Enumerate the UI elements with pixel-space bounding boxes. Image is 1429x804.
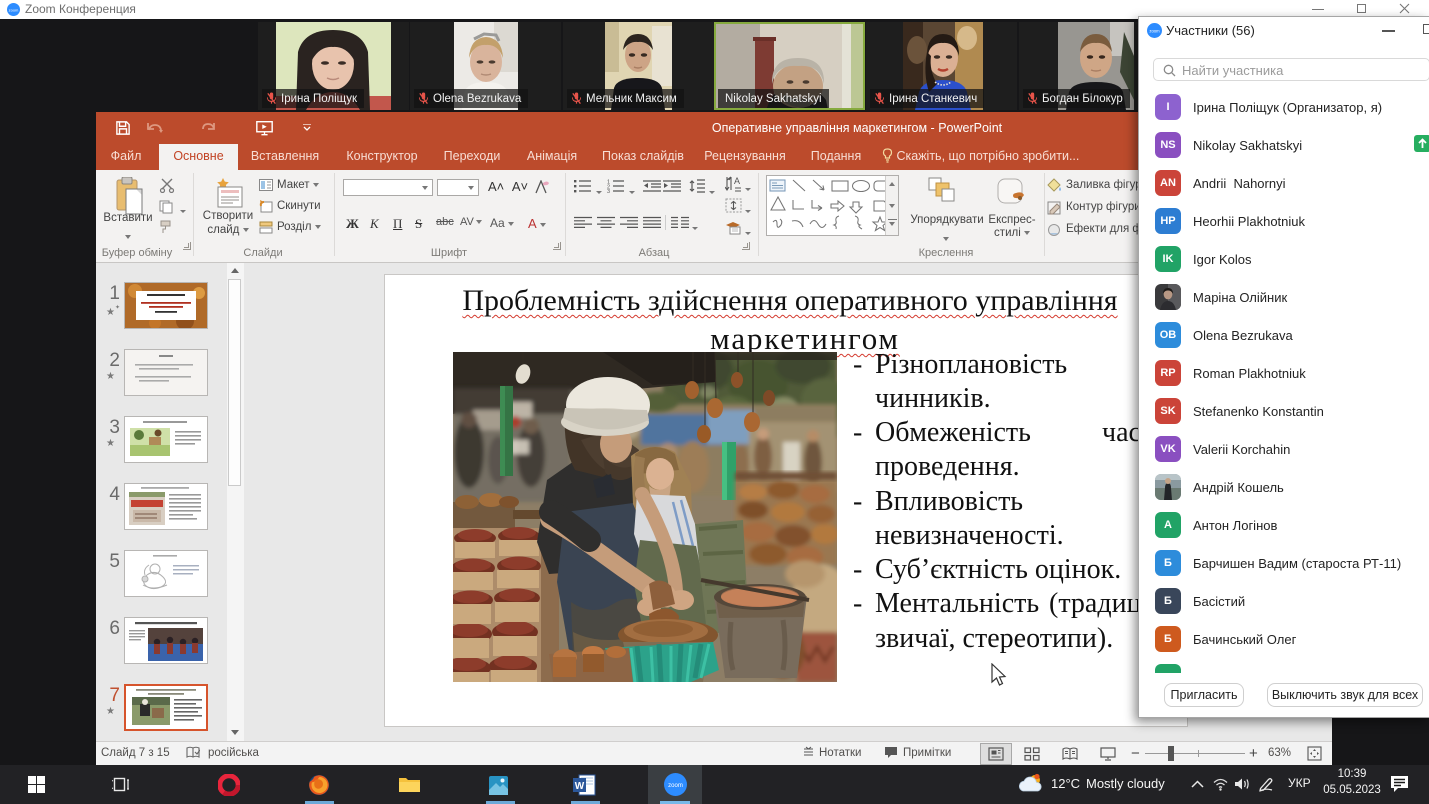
svg-text:A: A <box>734 176 740 186</box>
svg-text:zoom: zoom <box>668 783 683 789</box>
svg-text:3: 3 <box>607 189 610 193</box>
svg-text:zoom: zoom <box>1149 29 1160 34</box>
svg-text:zoom: zoom <box>9 8 19 13</box>
svg-text:W: W <box>575 781 585 792</box>
